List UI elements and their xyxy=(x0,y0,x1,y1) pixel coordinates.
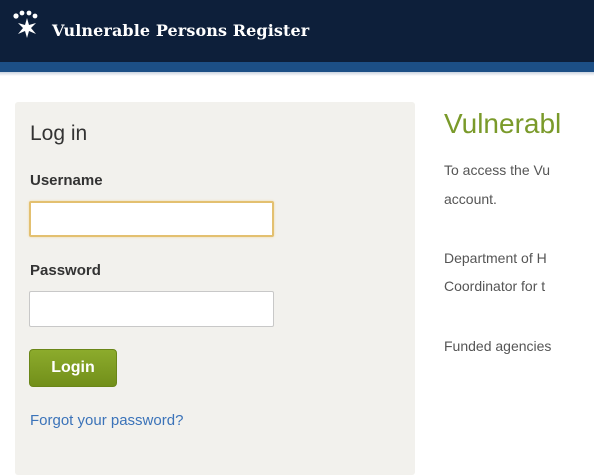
intro-paragraph-line-1: To access the Vu xyxy=(444,162,551,178)
username-input[interactable] xyxy=(29,201,274,237)
department-paragraph-line-1: Department of H xyxy=(444,250,547,266)
intro-paragraph-line-2: account. xyxy=(444,191,497,207)
forgot-password-link[interactable]: Forgot your password? xyxy=(30,412,183,429)
department-paragraph-line-2: Coordinator for t xyxy=(444,278,546,294)
page-heading: Vulnerabl xyxy=(444,108,562,139)
main-content: Vulnerabl To access the Vu account. Depa… xyxy=(444,100,594,475)
login-button[interactable]: Login xyxy=(29,349,117,387)
login-heading: Log in xyxy=(30,122,88,145)
username-label: Username xyxy=(30,172,103,189)
header-shadow xyxy=(0,72,594,76)
app-title: Vulnerable Persons Register xyxy=(52,21,310,40)
paw-sparkle-icon xyxy=(13,10,38,38)
header-accent-bar xyxy=(0,62,594,72)
agencies-paragraph-line-1: Funded agencies xyxy=(444,338,552,354)
header-bar: Vulnerable Persons Register xyxy=(0,0,594,62)
password-input[interactable] xyxy=(29,291,274,327)
password-label: Password xyxy=(30,262,101,279)
